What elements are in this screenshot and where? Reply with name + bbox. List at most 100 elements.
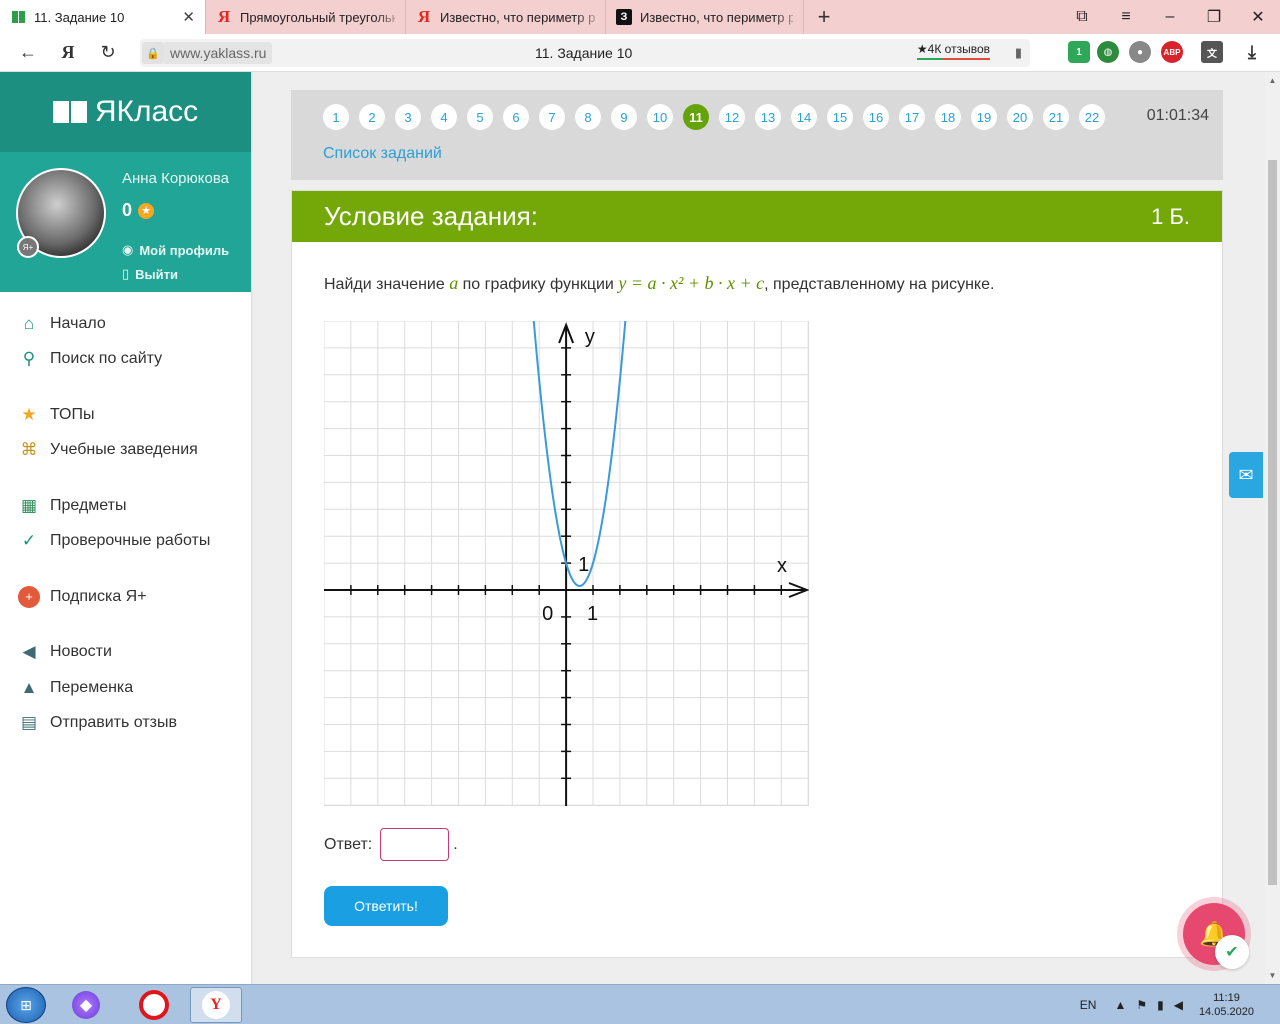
tabs-overview-icon[interactable]: ⧉: [1060, 0, 1104, 34]
page-button-8[interactable]: 8: [575, 104, 601, 130]
function-graph: y x 0 1 1: [324, 321, 809, 806]
task-list-link[interactable]: Список заданий: [323, 145, 442, 163]
page-button-3[interactable]: 3: [395, 104, 421, 130]
opera-app[interactable]: [128, 987, 180, 1023]
x-axis-label: x: [777, 555, 787, 577]
sidebar-item-home[interactable]: ⌂ Начало: [0, 306, 251, 342]
page-button-18[interactable]: 18: [935, 104, 961, 130]
logout-link[interactable]: ▯ Выйти: [122, 266, 178, 282]
sidebar-item-tops[interactable]: ★ ТОПы: [0, 397, 251, 433]
sidebar-item-subjects[interactable]: ▦ Предметы: [0, 488, 251, 524]
shield-extension-icon[interactable]: 1: [1068, 41, 1090, 63]
yandex-browser-app[interactable]: Y: [190, 987, 242, 1023]
volume-icon[interactable]: ◀: [1174, 998, 1183, 1012]
reviews-badge[interactable]: ★4К отзывов: [916, 42, 990, 60]
answer-input[interactable]: [380, 828, 450, 861]
address-bar: ← Я ↻ 🔒 www.yaklass.ru 11. Задание 10 ★4…: [0, 34, 1280, 72]
page-button-14[interactable]: 14: [791, 104, 817, 130]
user-points: 0 ★: [122, 200, 155, 221]
scroll-thumb[interactable]: [1268, 160, 1277, 885]
home-icon: ⌂: [23, 313, 35, 333]
sidebar-item-search[interactable]: ⚲ Поиск по сайту: [0, 342, 251, 378]
lock-icon[interactable]: 🔒: [142, 42, 164, 64]
task-card: Условие задания: 1 Б. Найди значение a п…: [291, 190, 1223, 958]
page-button-2[interactable]: 2: [359, 104, 385, 130]
megaphone-icon: ◀: [22, 642, 36, 662]
subscription-icon: +: [18, 585, 40, 608]
page-button-19[interactable]: 19: [971, 104, 997, 130]
scrollbar[interactable]: ▲ ▼: [1265, 72, 1280, 984]
bookmark-icon[interactable]: ▮: [1015, 45, 1022, 61]
url-field[interactable]: 🔒 www.yaklass.ru 11. Задание 10 ★4К отзы…: [140, 39, 1030, 67]
task-header: Условие задания: 1 Б.: [292, 191, 1222, 242]
sidebar-item-tests[interactable]: ✓ Проверочные работы: [0, 524, 251, 560]
restore-icon[interactable]: ❐: [1192, 0, 1236, 34]
user-panel: Я+ Анна Корюкова 0 ★ ◉ Мой профиль ▯ Вый…: [0, 152, 251, 292]
page-button-9[interactable]: 9: [611, 104, 637, 130]
new-tab-button[interactable]: +: [804, 0, 844, 34]
clock[interactable]: 11:19 14.05.2020: [1199, 991, 1254, 1019]
shield-check-icon[interactable]: ✔: [1215, 935, 1249, 969]
network-icon[interactable]: ▮: [1157, 998, 1164, 1012]
profile-icon: ◉: [122, 242, 134, 257]
sidebar-item-news[interactable]: ◀ Новости: [0, 635, 251, 671]
page-button-12[interactable]: 12: [719, 104, 745, 130]
page-button-16[interactable]: 16: [863, 104, 889, 130]
submit-answer-button[interactable]: Ответить!: [324, 886, 448, 926]
windows-taskbar: ⊞ ◆ Y EN ▲ ⚑ ▮ ◀ 11:19 14.05.2020: [0, 984, 1280, 1024]
language-indicator[interactable]: EN: [1080, 998, 1097, 1012]
sidebar-item-break[interactable]: ▲ Переменка: [0, 670, 251, 706]
feedback-icon: ▤: [20, 713, 38, 733]
tab-yaklass[interactable]: 11. Задание 10 ✕: [0, 0, 206, 34]
lightbulb-extension-icon[interactable]: ●: [1129, 41, 1151, 63]
page-button-7[interactable]: 7: [539, 104, 565, 130]
adblock-extension-icon[interactable]: ABP: [1161, 41, 1183, 63]
tab-4[interactable]: З Известно, что периметр р: [606, 0, 804, 34]
page-button-15[interactable]: 15: [827, 104, 853, 130]
page-button-1[interactable]: 1: [323, 104, 349, 130]
sidebar-item-schools[interactable]: ⌘ Учебные заведения: [0, 433, 251, 469]
user-name[interactable]: Анна Корюкова: [122, 170, 229, 187]
flag-icon[interactable]: ⚑: [1136, 998, 1147, 1012]
alice-app[interactable]: ◆: [60, 987, 112, 1023]
sidebar-item-subscription[interactable]: + Подписка Я+: [0, 579, 251, 615]
function-formula: y = a · x² + b · x + c: [618, 273, 765, 293]
window-close-icon[interactable]: ✕: [1236, 0, 1280, 34]
page-button-4[interactable]: 4: [431, 104, 457, 130]
globe-extension-icon[interactable]: ◍: [1097, 41, 1119, 63]
page-button-13[interactable]: 13: [755, 104, 781, 130]
answer-row: Ответ: .: [324, 828, 458, 861]
my-profile-link[interactable]: ◉ Мой профиль: [122, 242, 229, 258]
minimize-icon[interactable]: –: [1148, 0, 1192, 34]
page-button-17[interactable]: 17: [899, 104, 925, 130]
yandex-logo-icon[interactable]: Я: [48, 42, 88, 63]
scroll-up-icon[interactable]: ▲: [1265, 76, 1280, 85]
page-button-6[interactable]: 6: [503, 104, 529, 130]
tab-3[interactable]: Я Известно, что периметр р: [406, 0, 606, 34]
scroll-down-icon[interactable]: ▼: [1265, 971, 1280, 980]
page-button-22[interactable]: 22: [1079, 104, 1105, 130]
translate-extension-icon[interactable]: 文: [1201, 41, 1223, 63]
page-button-21[interactable]: 21: [1043, 104, 1069, 130]
variable-a: a: [449, 273, 459, 293]
tab-title: Известно, что периметр р: [440, 9, 595, 25]
start-button[interactable]: ⊞: [6, 987, 46, 1023]
page-button-20[interactable]: 20: [1007, 104, 1033, 130]
tab-title: 11. Задание 10: [34, 9, 125, 25]
menu-icon[interactable]: ≡: [1104, 0, 1148, 34]
download-icon[interactable]: ⤓: [1241, 41, 1263, 63]
page-button-11[interactable]: 11: [683, 104, 709, 130]
tray-expand-icon[interactable]: ▲: [1114, 998, 1126, 1012]
tab-2[interactable]: Я Прямоугольный треугольн: [206, 0, 406, 34]
reload-icon[interactable]: ↻: [88, 42, 128, 63]
mail-feedback-icon[interactable]: ✉: [1229, 452, 1263, 498]
star-icon: ★: [21, 404, 37, 424]
yaklass-logo[interactable]: ЯКласс: [0, 72, 251, 152]
page-button-10[interactable]: 10: [647, 104, 673, 130]
sidebar-item-feedback[interactable]: ▤ Отправить отзыв: [0, 706, 251, 742]
tab-title: Известно, что периметр р: [640, 9, 793, 25]
close-icon[interactable]: ✕: [182, 8, 195, 26]
page-button-5[interactable]: 5: [467, 104, 493, 130]
yandex-favicon: Я: [417, 7, 431, 26]
back-arrow-icon[interactable]: ←: [8, 42, 48, 63]
